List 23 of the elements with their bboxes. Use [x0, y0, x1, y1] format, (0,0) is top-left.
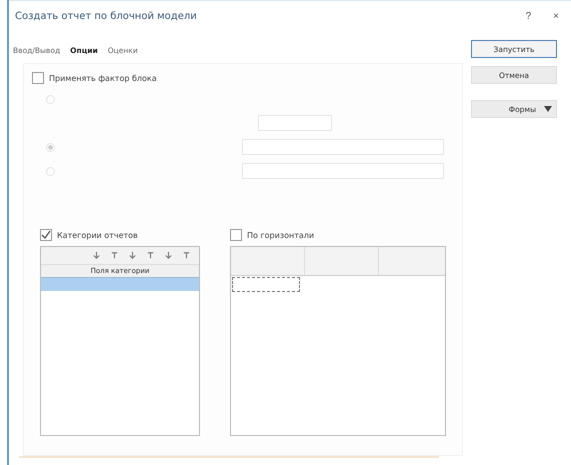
checkbox[interactable]: [230, 229, 242, 241]
help-button[interactable]: ?: [522, 10, 536, 22]
close-button[interactable]: ×: [549, 10, 563, 22]
checkbox-label: Применять фактор блока: [49, 74, 157, 82]
toolbar-icon[interactable]: [182, 251, 191, 260]
checkbox[interactable]: [40, 229, 52, 241]
caret-icon: [544, 106, 552, 112]
checkbox[interactable]: [32, 72, 44, 84]
checkbox-label: Категории отчетов: [57, 230, 138, 240]
window-title: Создать отчет по блочной модели: [15, 10, 197, 22]
toolbar-icon[interactable]: [128, 251, 137, 260]
toolbar-icon[interactable]: [110, 251, 119, 260]
checkbox-label: По горизонтали: [247, 230, 314, 240]
toolbar-icon[interactable]: [164, 251, 173, 260]
input-field[interactable]: [258, 115, 332, 131]
radio-button[interactable]: [46, 166, 55, 176]
radio-button[interactable]: [46, 94, 55, 104]
toolbar-icon[interactable]: [92, 251, 101, 260]
input-field[interactable]: [242, 139, 444, 155]
toolbar-icon[interactable]: [146, 251, 155, 260]
radio-button[interactable]: [46, 142, 55, 152]
table-cell[interactable]: [232, 277, 300, 292]
dropdown-field[interactable]: [242, 163, 444, 179]
